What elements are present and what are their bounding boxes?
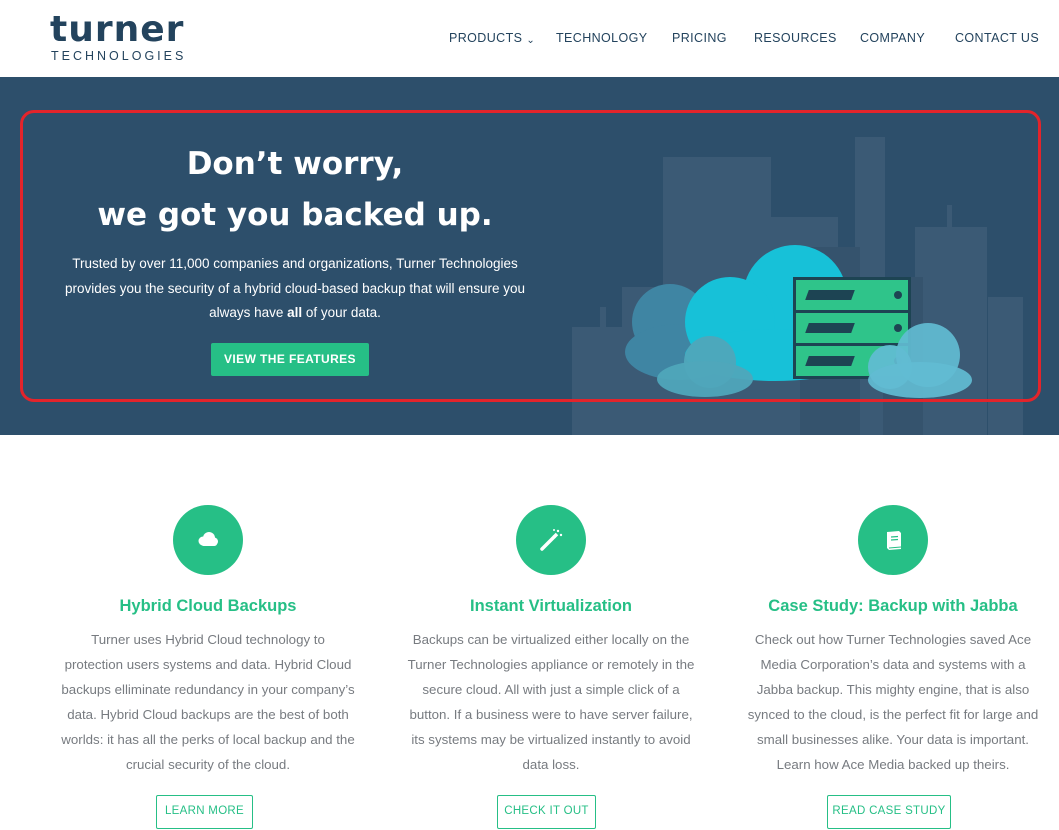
feature-text-line: protection users systems and data. Hybri… [64, 657, 352, 672]
feature-title: Instant Virtualization [470, 597, 632, 615]
nav-item-technology[interactable]: TECHNOLOGY [556, 30, 648, 46]
feature-text-line: button. If a business were to have serve… [409, 707, 693, 722]
feature-text-line: Jabba backup. This mighty engine, that i… [756, 682, 1030, 697]
feature-description: Turner uses Hybrid Cloud technology to p… [38, 627, 378, 777]
feature-text-line: crucial security of the cloud. [125, 757, 291, 772]
read-case-study-button[interactable]: READ CASE STUDY [827, 795, 951, 829]
feature-description: Backups can be virtualized either locall… [381, 627, 721, 777]
cloud-icon [198, 532, 218, 546]
nav-item-pricing[interactable]: PRICING [672, 30, 727, 46]
check-it-out-button[interactable]: CHECK IT OUT [497, 795, 596, 829]
nav-item-products[interactable]: PRODUCTS ⌄ [449, 30, 535, 49]
site-header: turner TECHNOLOGIES PRODUCTS ⌄ TECHNOLOGY… [0, 0, 1059, 77]
main-nav: PRODUCTS ⌄ TECHNOLOGY PRICING RESOURCES C… [0, 30, 1059, 46]
feature-text-line: Check out how Turner Technologies saved … [754, 632, 1032, 647]
feature-text-line: worlds: it has all the perks of local ba… [61, 732, 355, 747]
book-icon [887, 531, 902, 550]
feature-text-line: data. Hybrid Cloud backups are the best … [67, 707, 349, 722]
highlight-annotation-frame [20, 110, 1041, 402]
nav-item-label: PRODUCTS [449, 31, 523, 45]
feature-text-line: Media Corporation’s data and systems wit… [760, 657, 1026, 672]
feature-icon-badge [173, 505, 243, 575]
feature-title: Hybrid Cloud Backups [119, 597, 297, 615]
feature-title: Case Study: Backup with Jabba [768, 597, 1018, 615]
feature-text-line: secure cloud. All with just a simple cli… [422, 682, 680, 697]
logo-tagline: TECHNOLOGIES [51, 49, 187, 63]
learn-more-button[interactable]: LEARN MORE [156, 795, 253, 829]
feature-icon-badge [858, 505, 928, 575]
nav-item-company[interactable]: COMPANY [860, 30, 925, 46]
magic-wand-icon [540, 529, 563, 551]
chevron-down-icon: ⌄ [526, 35, 536, 46]
feature-text-line: Backups can be virtualized either locall… [412, 632, 690, 647]
nav-item-resources[interactable]: RESOURCES [754, 30, 837, 46]
hero-banner: Don’t worry, we got you backed up. Trust… [0, 77, 1059, 435]
feature-description: Check out how Turner Technologies saved … [723, 627, 1059, 777]
feature-icon-badge [516, 505, 586, 575]
nav-item-contact-us[interactable]: CONTACT US [955, 30, 1039, 46]
feature-text-line: data loss. [522, 757, 580, 772]
feature-text-line: backups elliminate redundancy in your co… [61, 682, 355, 697]
feature-text-line: its systems may be virtualized instantly… [411, 732, 691, 747]
feature-text-line: small businesses alike. Your data is imp… [757, 732, 1029, 747]
feature-text-line: Turner uses Hybrid Cloud technology to [91, 632, 325, 647]
feature-text-line: synced to the cloud, is the perfect fit … [747, 707, 1039, 722]
feature-text-line: Turner Technologies appliance or remotel… [407, 657, 695, 672]
feature-text-line: Learn how Ace Media backed up theirs. [776, 757, 1010, 772]
